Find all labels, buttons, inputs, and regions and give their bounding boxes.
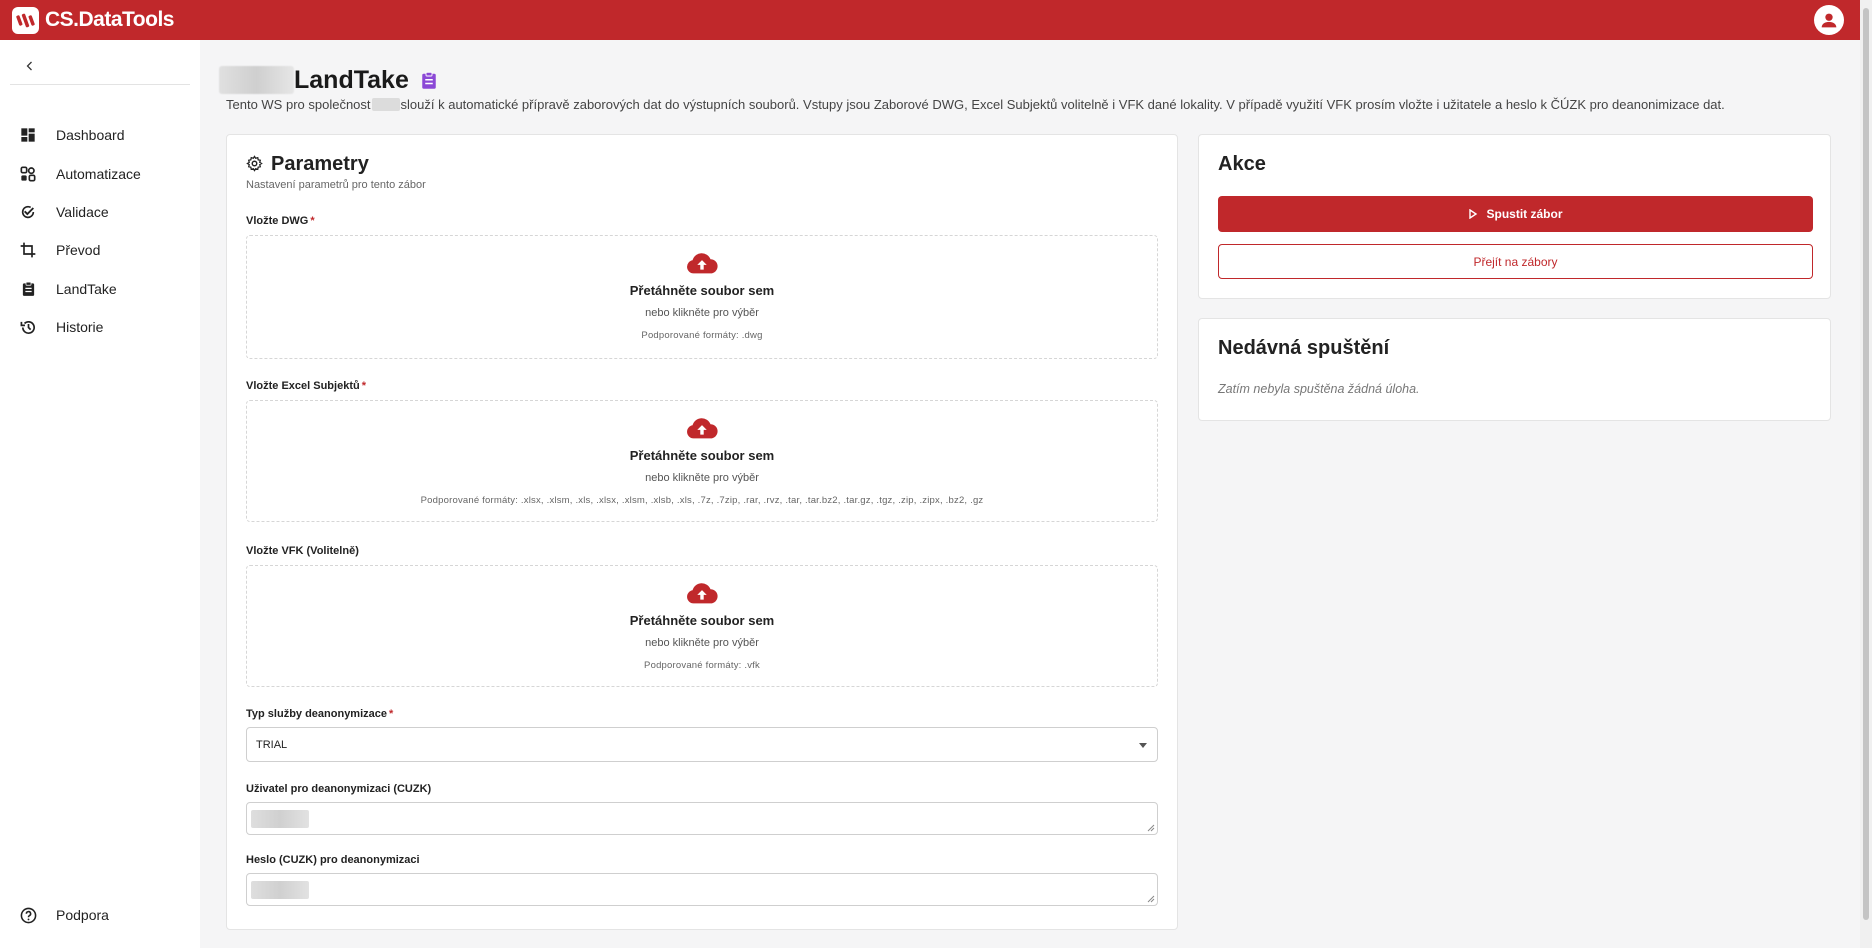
recent-runs-empty: Zatím nebyla spuštěna žádná úloha. bbox=[1218, 382, 1420, 396]
clipboard-text-icon[interactable] bbox=[419, 70, 439, 90]
brand-name[interactable]: CS.DataTools bbox=[45, 8, 174, 32]
actions-title: Akce bbox=[1218, 153, 1266, 175]
automation-icon bbox=[18, 164, 38, 184]
sidebar-item-historie[interactable]: Historie bbox=[0, 308, 200, 346]
excel-label: Vložte Excel Subjektů * bbox=[246, 380, 366, 392]
gear-icon bbox=[246, 155, 263, 177]
resize-handle-icon[interactable] bbox=[1147, 895, 1155, 903]
cloud-upload-icon bbox=[247, 415, 1157, 441]
required-marker: * bbox=[310, 215, 315, 227]
sidebar-item-label: LandTake bbox=[56, 281, 117, 297]
sidebar-item-label: Validace bbox=[56, 204, 109, 220]
cloud-upload-icon bbox=[247, 580, 1157, 606]
sidebar-item-dashboard[interactable]: Dashboard bbox=[0, 116, 200, 154]
checklist-icon bbox=[18, 202, 38, 222]
cuzk-password-field[interactable] bbox=[246, 873, 1158, 906]
excel-dropzone[interactable]: Přetáhněte soubor sem nebo klikněte pro … bbox=[246, 400, 1158, 522]
recent-runs-card: Nedávná spuštění Zatím nebyla spuštěna ž… bbox=[1198, 318, 1831, 421]
cuzk-user-field[interactable] bbox=[246, 802, 1158, 835]
dropdown-caret-icon bbox=[1139, 743, 1147, 748]
vfk-label: Vložte VFK (Volitelně) bbox=[246, 545, 359, 557]
dropzone-formats: Podporované formáty: .vfk bbox=[644, 660, 760, 671]
parameters-title: Parametry bbox=[271, 153, 369, 175]
sidebar-item-label: Automatizace bbox=[56, 166, 141, 182]
parameters-card: Parametry Nastavení parametrů pro tento … bbox=[226, 134, 1178, 930]
sidebar-item-landtake[interactable]: LandTake bbox=[0, 270, 200, 308]
page-header: LandTake bbox=[219, 64, 439, 96]
dropzone-title: Přetáhněte soubor sem bbox=[629, 283, 775, 298]
dropzone-formats: Podporované formáty: .dwg bbox=[641, 330, 763, 341]
sidebar-item-label: Podpora bbox=[56, 907, 109, 923]
datatools-logo-icon[interactable] bbox=[12, 6, 39, 34]
run-landtake-button[interactable]: Spustit zábor bbox=[1218, 196, 1813, 232]
redacted-value bbox=[251, 810, 309, 828]
clipboard-icon bbox=[18, 279, 38, 299]
dropzone-subtitle: nebo klikněte pro výběr bbox=[645, 472, 759, 484]
sidebar-item-prevod[interactable]: Převod bbox=[0, 231, 200, 269]
sidebar-item-validace[interactable]: Validace bbox=[0, 193, 200, 231]
sidebar-item-label: Historie bbox=[56, 319, 104, 335]
history-icon bbox=[18, 317, 38, 337]
sidebar: Dashboard Automatizace Validace Převod L… bbox=[0, 40, 200, 948]
dropzone-formats: Podporované formáty: .xlsx, .xlsm, .xls,… bbox=[420, 495, 984, 506]
help-circle-icon bbox=[18, 905, 38, 925]
sidebar-item-label: Dashboard bbox=[56, 127, 125, 143]
resize-handle-icon[interactable] bbox=[1147, 824, 1155, 832]
required-marker: * bbox=[389, 708, 394, 720]
sidebar-item-podpora[interactable]: Podpora bbox=[0, 896, 200, 934]
dwg-label-text: Vložte DWG bbox=[246, 215, 309, 227]
required-marker: * bbox=[361, 380, 366, 392]
service-type-label-text: Typ služby deanonymizace bbox=[246, 708, 388, 720]
chevron-left-icon[interactable] bbox=[20, 56, 40, 76]
sidebar-divider bbox=[10, 84, 190, 85]
scrollbar-thumb[interactable] bbox=[1863, 8, 1869, 920]
top-bar: CS.DataTools bbox=[0, 0, 1872, 40]
dashboard-icon bbox=[18, 125, 38, 145]
dropzone-subtitle: nebo klikněte pro výběr bbox=[645, 307, 759, 319]
dwg-dropzone[interactable]: Přetáhněte soubor sem nebo klikněte pro … bbox=[246, 235, 1158, 359]
crop-icon bbox=[18, 240, 38, 260]
recent-runs-title: Nedávná spuštění bbox=[1218, 337, 1390, 359]
cuzk-user-label: Uživatel pro deanonymizaci (CUZK) bbox=[246, 783, 432, 795]
page-description: Tento WS pro společnost slouží k automat… bbox=[226, 97, 1725, 112]
dropzone-title: Přetáhněte soubor sem bbox=[629, 448, 775, 463]
service-type-label: Typ služby deanonymizace * bbox=[246, 708, 393, 720]
service-type-select[interactable]: TRIAL bbox=[246, 727, 1158, 762]
play-icon bbox=[1469, 209, 1478, 219]
vfk-dropzone[interactable]: Přetáhněte soubor sem nebo klikněte pro … bbox=[246, 565, 1158, 687]
actions-card: Akce Spustit zábor Přejít na zábory bbox=[1198, 134, 1831, 299]
redacted-company bbox=[371, 98, 400, 111]
dropzone-subtitle: nebo klikněte pro výběr bbox=[645, 637, 759, 649]
redacted-company-name bbox=[219, 66, 294, 94]
cloud-upload-icon bbox=[247, 250, 1157, 276]
excel-label-text: Vložte Excel Subjektů bbox=[246, 380, 360, 392]
sidebar-item-label: Převod bbox=[56, 242, 101, 258]
description-text: Tento WS pro společnost bbox=[226, 97, 371, 112]
parameters-subtitle: Nastavení parametrů pro tento zábor bbox=[246, 179, 426, 191]
description-text: slouží k automatické přípravě zaborových… bbox=[400, 97, 1725, 112]
service-type-value: TRIAL bbox=[256, 738, 288, 751]
page-scrollbar[interactable] bbox=[1860, 0, 1872, 948]
account-circle-icon[interactable] bbox=[1814, 5, 1844, 35]
page-title: LandTake bbox=[294, 65, 409, 94]
goto-landtakes-button[interactable]: Přejít na zábory bbox=[1218, 244, 1813, 279]
run-button-label: Spustit zábor bbox=[1486, 207, 1563, 221]
dwg-label: Vložte DWG * bbox=[246, 215, 315, 227]
dropzone-title: Přetáhněte soubor sem bbox=[629, 613, 775, 628]
cuzk-password-label: Heslo (CUZK) pro deanonymizaci bbox=[246, 854, 420, 866]
redacted-value bbox=[251, 881, 309, 899]
sidebar-item-automatizace[interactable]: Automatizace bbox=[0, 155, 200, 193]
